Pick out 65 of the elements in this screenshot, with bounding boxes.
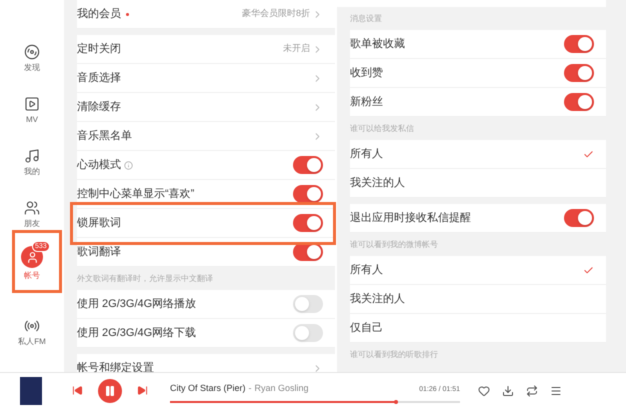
song-title: City Of Stars (Pier): [170, 382, 246, 396]
setting-label: 歌词翻译: [77, 244, 121, 260]
toggle-switch[interactable]: [293, 295, 323, 313]
toggle-switch[interactable]: [564, 209, 594, 227]
album-art-placeholder: [20, 376, 42, 404]
play-screen-icon: [24, 96, 40, 112]
setting-label: 收到赞: [350, 66, 383, 81]
separator: -: [248, 382, 252, 396]
setting-label: 我的会员: [77, 6, 121, 22]
toggle-switch[interactable]: [564, 64, 594, 82]
people-icon: [24, 200, 40, 216]
next-icon[interactable]: [137, 385, 148, 396]
sidebar-label: 发现: [24, 63, 40, 72]
sidebar-label: 朋友: [24, 219, 40, 228]
sidebar-label: 我的: [24, 167, 40, 176]
toggle-switch[interactable]: [293, 156, 323, 174]
setting-label: 新粉丝: [350, 94, 383, 110]
setting-label: 锁屏歌词: [77, 216, 121, 231]
toggle-switch[interactable]: [564, 93, 594, 111]
toggle-switch[interactable]: [293, 214, 323, 232]
toggle-switch[interactable]: [564, 35, 594, 53]
download-icon[interactable]: [502, 384, 514, 396]
setting-label: 我关注的人: [350, 176, 405, 191]
info-icon[interactable]: [124, 160, 133, 170]
toggle-switch[interactable]: [293, 185, 323, 203]
repeat-icon[interactable]: [526, 384, 538, 396]
sidebar-item[interactable]: 朋友: [9, 188, 55, 228]
sidebar-item[interactable]: 私人FM: [9, 306, 55, 346]
disc-icon: [24, 44, 40, 60]
setting-label: 我关注的人: [350, 292, 405, 307]
sidebar-label: MV: [26, 115, 38, 124]
menu-icon[interactable]: [550, 384, 562, 396]
person-icon: [26, 250, 38, 264]
sidebar-item[interactable]: 发现: [9, 32, 55, 72]
setting-label: 帐号和绑定设置: [77, 360, 154, 372]
setting-value: 豪华会员限时8折: [242, 7, 310, 20]
pause-icon: [104, 384, 116, 396]
artist-name: Ryan Gosling: [254, 382, 309, 396]
radio-icon: [24, 318, 40, 334]
progress-track[interactable]: [170, 400, 460, 403]
setting-label: 音质选择: [77, 70, 121, 86]
setting-label: 歌单被收藏: [350, 36, 405, 52]
setting-label: 定时关闭: [77, 42, 121, 57]
setting-label: 心动模式: [77, 158, 121, 173]
toggle-switch[interactable]: [293, 324, 323, 342]
setting-label: 仅自己: [350, 320, 383, 336]
setting-label: 所有人: [350, 262, 383, 278]
sidebar-item[interactable]: 我的: [9, 136, 55, 176]
setting-label: 清除缓存: [77, 100, 121, 115]
music-note-icon: [24, 148, 40, 164]
heart-icon[interactable]: [478, 384, 490, 396]
setting-label: 音乐黑名单: [77, 128, 132, 144]
setting-label: 退出应用时接收私信提醒: [350, 210, 471, 226]
setting-label: 控制中心菜单显示“喜欢”: [77, 186, 194, 202]
setting-label: 所有人: [350, 146, 383, 162]
setting-value: 未开启: [283, 42, 310, 56]
setting-label: 使用 2G/3G/4G网络下载: [77, 326, 196, 341]
highlight-frame: [12, 230, 62, 293]
sidebar-item[interactable]: MV: [9, 84, 55, 124]
play-pause-button[interactable]: [98, 378, 122, 402]
progress-thumb[interactable]: [394, 400, 398, 404]
setting-label: 使用 2G/3G/4G网络播放: [77, 296, 196, 312]
previous-icon[interactable]: [72, 385, 83, 396]
sidebar-label: 私人FM: [18, 337, 46, 346]
sidebar-label: 帐号: [24, 271, 40, 280]
